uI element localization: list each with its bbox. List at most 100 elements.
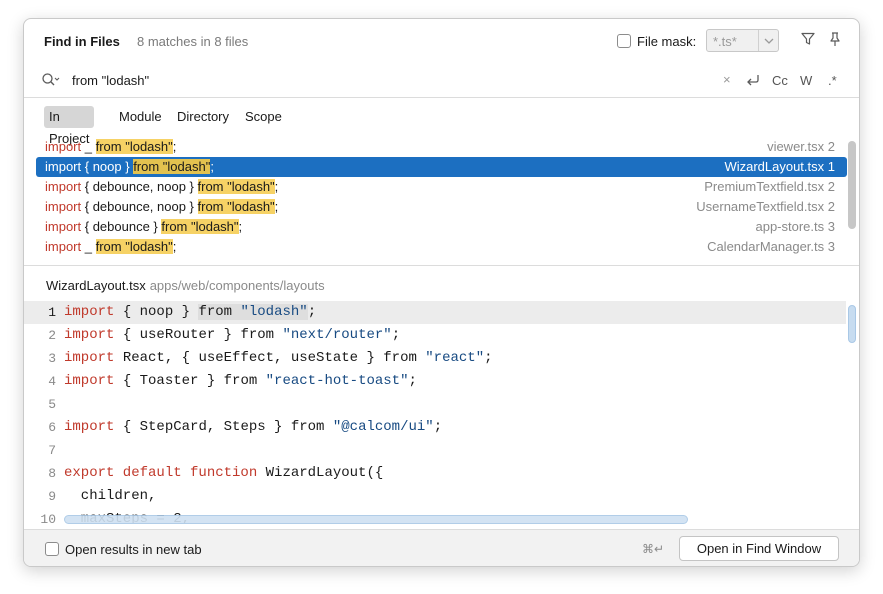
regex-toggle[interactable]: .* <box>828 73 837 88</box>
code-text: children, <box>64 485 157 508</box>
line-number: 1 <box>48 305 56 320</box>
search-input[interactable] <box>72 69 712 91</box>
preview-header: WizardLayout.tsx apps/web/components/layo… <box>46 278 325 293</box>
tab-scope[interactable]: Scope <box>240 106 287 128</box>
tab-module[interactable]: Module <box>114 106 167 128</box>
code-token: { Toaster } from <box>122 373 266 389</box>
code-line: 3 import React, { useEffect, useState } f… <box>24 347 846 370</box>
result-prefix: { debounce } <box>81 219 162 234</box>
dialog-footer: Open results in new tab ⌘↵ Open in Find … <box>24 529 859 566</box>
result-suffix: ; <box>210 159 214 174</box>
code-token: "lodash" <box>240 304 308 320</box>
code-token: from <box>198 304 241 320</box>
code-token: import <box>64 304 115 320</box>
code-token: { useRouter } from <box>122 327 283 343</box>
shortcut-hint: ⌘↵ <box>642 542 665 556</box>
code-token: import <box>64 327 115 343</box>
code-text: import React, { useEffect, useState } fr… <box>64 347 493 370</box>
result-suffix: ; <box>172 139 177 154</box>
result-keyword: import <box>45 199 82 214</box>
result-code: import { debounce } from "lodash"; <box>45 217 242 237</box>
code-token: ; <box>307 304 317 320</box>
code-token: React, { useEffect, useState } from <box>122 350 426 366</box>
preview-path: apps/web/components/layouts <box>149 278 325 293</box>
result-row[interactable]: import { debounce, noop } from "lodash";… <box>36 177 847 197</box>
code-text: import { StepCard, Steps } from "@calcom… <box>64 416 442 439</box>
line-number: 5 <box>48 397 56 412</box>
code-line: 1 import { noop } from "lodash"; <box>24 301 846 324</box>
result-filename: CalendarManager.ts <box>707 239 825 254</box>
result-line: 2 <box>827 199 835 214</box>
code-token: "react-hot-toast" <box>265 373 409 389</box>
words-toggle[interactable]: W <box>800 73 812 88</box>
open-new-tab-checkbox[interactable] <box>45 542 59 556</box>
result-match: from "lodash" <box>95 139 173 154</box>
tab-in-project[interactable]: In Project <box>44 106 95 146</box>
result-code: import _ from "lodash"; <box>45 137 176 157</box>
code-token: ; <box>484 350 493 366</box>
code-text: import { noop } from "lodash"; <box>64 301 316 324</box>
result-row[interactable]: import { debounce } from "lodash"; app-s… <box>36 217 847 237</box>
dialog-header: Find in Files 8 matches in 8 files File … <box>24 19 859 63</box>
result-row[interactable]: import { debounce, noop } from "lodash";… <box>36 197 847 217</box>
open-new-tab-label: Open results in new tab <box>65 542 202 557</box>
result-suffix: ; <box>172 239 177 254</box>
file-mask-dropdown[interactable]: *.ts* <box>706 29 779 52</box>
result-keyword: import <box>45 219 82 234</box>
result-file: UsernameTextfield.tsx 2 <box>696 197 835 217</box>
divider <box>24 265 859 266</box>
line-number: 4 <box>48 374 56 389</box>
open-in-find-window-button[interactable]: Open in Find Window <box>679 536 839 561</box>
result-file: CalendarManager.ts 3 <box>707 237 835 257</box>
dialog-title: Find in Files <box>44 34 120 49</box>
result-code: import { debounce, noop } from "lodash"; <box>45 177 278 197</box>
match-case-toggle[interactable]: Cc <box>772 73 788 88</box>
result-row[interactable]: import _ from "lodash"; CalendarManager.… <box>36 237 847 257</box>
search-row: × Cc W .* <box>24 63 859 98</box>
result-prefix: _ <box>81 139 96 154</box>
preview-filename: WizardLayout.tsx <box>46 278 146 293</box>
result-keyword: import <box>45 159 82 174</box>
results-scrollbar[interactable] <box>848 141 856 229</box>
code-token: import <box>64 373 115 389</box>
result-file: PremiumTextfield.tsx 2 <box>704 177 835 197</box>
result-row[interactable]: import _ from "lodash"; viewer.tsx 2 <box>36 137 847 157</box>
result-prefix: _ <box>81 239 96 254</box>
result-line: 2 <box>827 139 835 154</box>
clear-icon[interactable]: × <box>723 72 731 87</box>
file-mask-checkbox[interactable] <box>617 34 631 48</box>
chevron-down-icon[interactable] <box>758 30 778 51</box>
file-mask-label: File mask: <box>637 34 697 49</box>
result-row-selected[interactable]: import { noop } from "lodash"; WizardLay… <box>36 157 847 177</box>
result-suffix: ; <box>238 219 243 234</box>
result-file: app-store.ts 3 <box>755 217 835 237</box>
result-filename: UsernameTextfield.tsx <box>696 199 825 214</box>
result-keyword: import <box>45 179 82 194</box>
results-list: import _ from "lodash"; viewer.tsx 2 imp… <box>36 137 847 265</box>
line-number: 8 <box>48 466 56 481</box>
code-text: import { Toaster } from "react-hot-toast… <box>64 370 417 393</box>
line-number: 6 <box>48 420 56 435</box>
code-line: 4 import { Toaster } from "react-hot-toas… <box>24 370 846 393</box>
code-preview[interactable]: 1 import { noop } from "lodash"; 2 import {… <box>24 301 859 523</box>
result-file: WizardLayout.tsx 1 <box>724 157 835 177</box>
tab-directory[interactable]: Directory <box>172 106 234 128</box>
code-line: 8 export default function WizardLayout({ <box>24 462 846 485</box>
line-number: 2 <box>48 328 56 343</box>
preview-vertical-scrollbar[interactable] <box>848 305 856 343</box>
code-line: 5 <box>24 393 846 416</box>
new-line-icon[interactable] <box>744 72 762 91</box>
result-match: from "lodash" <box>95 239 173 254</box>
result-suffix: ; <box>274 179 279 194</box>
result-code: import _ from "lodash"; <box>45 237 176 257</box>
file-mask-value: *.ts* <box>713 34 737 49</box>
pin-icon[interactable] <box>827 31 843 50</box>
filter-icon[interactable] <box>800 31 816 50</box>
search-history-icon[interactable] <box>41 72 61 91</box>
line-number: 10 <box>40 512 56 523</box>
result-line: 3 <box>827 239 835 254</box>
result-keyword: import <box>45 139 82 154</box>
preview-horizontal-scrollbar[interactable] <box>64 515 688 524</box>
line-number: 7 <box>48 443 56 458</box>
result-match: from "lodash" <box>133 159 211 174</box>
